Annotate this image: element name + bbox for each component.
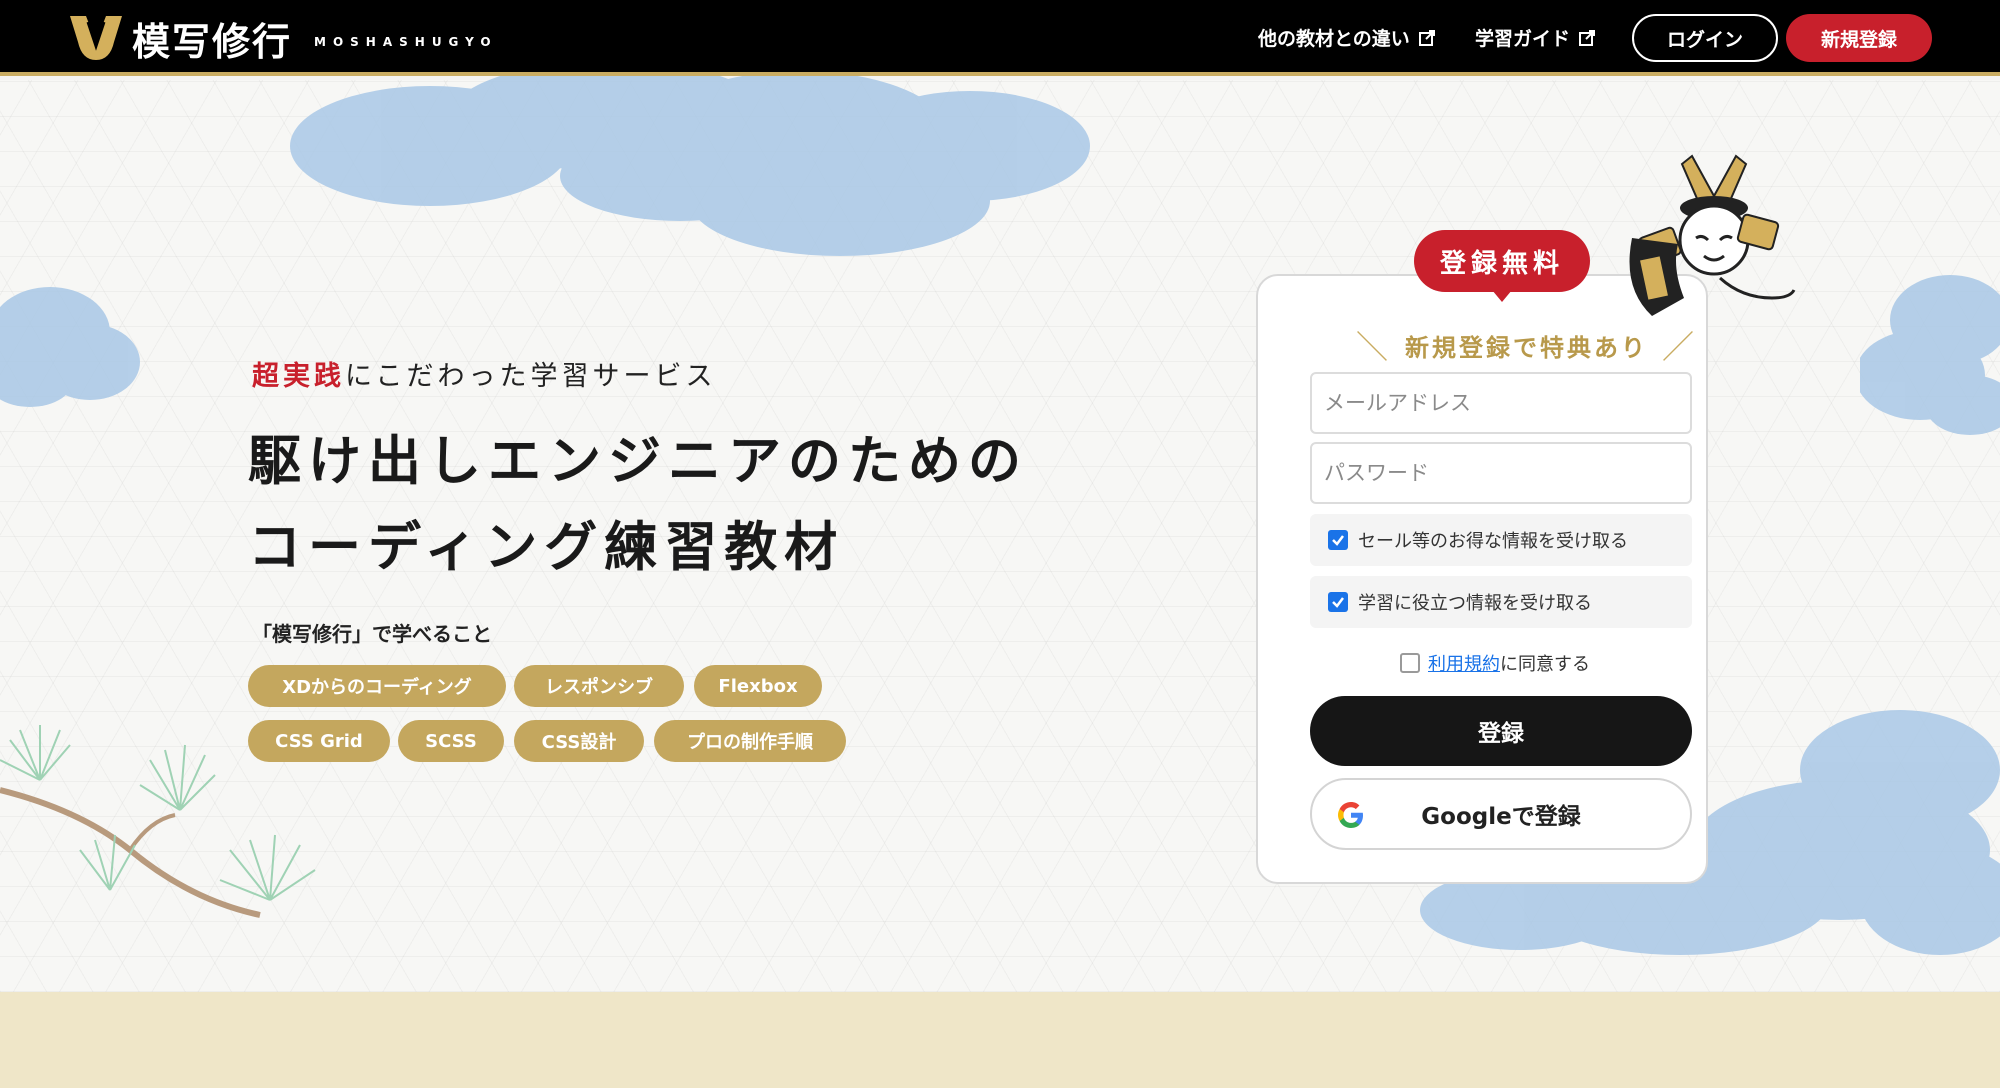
checkbox-label: 学習に役立つ情報を受け取る	[1358, 593, 1592, 614]
tagline-highlight: 超実践	[252, 361, 345, 392]
terms-rest-label: に同意する	[1500, 654, 1590, 675]
skill-tag: XDからのコーディング	[248, 665, 506, 707]
terms-checkbox[interactable]	[1400, 653, 1420, 673]
hero-headline: 駆け出しエンジニアのための コーディング練習教材	[248, 418, 1028, 590]
benefit-heading: ＼ 新規登録で特典あり ／	[1356, 322, 1697, 368]
checkbox-checked-icon[interactable]	[1328, 530, 1348, 550]
tagline-rest: にこだわった学習サービス	[345, 361, 717, 392]
external-link-icon	[1579, 29, 1596, 46]
free-registration-badge: 登録無料	[1414, 230, 1590, 292]
terms-link[interactable]: 利用規約	[1428, 654, 1500, 675]
external-link-icon	[1418, 29, 1435, 46]
register-button[interactable]: 登録	[1310, 696, 1692, 766]
skill-tag: レスポンシブ	[514, 665, 684, 707]
left-slash-icon: ＼	[1356, 328, 1392, 366]
google-signup-button[interactable]: Googleで登録	[1310, 778, 1692, 850]
newsletter-sale-checkbox-row[interactable]: セール等のお得な情報を受け取る	[1310, 514, 1692, 566]
terms-agree-row: 利用規約に同意する	[1400, 650, 1590, 676]
badge-tail	[1492, 290, 1512, 302]
site-header: 模写修行 MOSHASHUGYO 他の教材との違い 学習ガイド ログイン 新規登…	[0, 0, 2000, 76]
nav-link-label: 学習ガイド	[1475, 28, 1571, 50]
newsletter-learning-checkbox-row[interactable]: 学習に役立つ情報を受け取る	[1310, 576, 1692, 628]
login-button[interactable]: ログイン	[1632, 14, 1778, 62]
checkbox-checked-icon[interactable]	[1328, 592, 1348, 612]
email-input[interactable]	[1310, 372, 1692, 434]
helmet-logo-icon	[70, 16, 122, 60]
logo-subtext: MOSHASHUGYO	[314, 35, 498, 49]
site-logo[interactable]: 模写修行 MOSHASHUGYO	[66, 12, 498, 64]
google-logo-icon	[1338, 802, 1363, 828]
logo-text: 模写修行	[132, 18, 293, 64]
right-slash-icon: ／	[1662, 328, 1698, 366]
skill-tag: CSS Grid	[248, 720, 390, 762]
hero-tagline: 超実践にこだわった学習サービス	[252, 354, 716, 393]
headline-line-1: 駆け出しエンジニアのための	[248, 430, 1028, 492]
headline-line-2: コーディング練習教材	[248, 516, 845, 578]
nav-link-differences[interactable]: 他の教材との違い	[1258, 24, 1436, 51]
nav-link-learning-guide[interactable]: 学習ガイド	[1475, 24, 1596, 51]
washi-bottom-band	[0, 992, 2000, 1088]
nav-link-label: 他の教材との違い	[1258, 28, 1410, 50]
skill-tag: CSS設計	[514, 720, 644, 762]
learn-label: 「模写修行」で学べること	[252, 622, 492, 646]
skill-tag: SCSS	[398, 720, 504, 762]
signup-button[interactable]: 新規登録	[1786, 14, 1932, 62]
password-input[interactable]	[1310, 442, 1692, 504]
google-button-label: Googleで登録	[1421, 804, 1581, 830]
skill-tag: Flexbox	[694, 665, 822, 707]
benefit-text: 新規登録で特典あり	[1405, 332, 1649, 362]
checkbox-label: セール等のお得な情報を受け取る	[1358, 531, 1628, 552]
skill-tag: プロの制作手順	[654, 720, 846, 762]
